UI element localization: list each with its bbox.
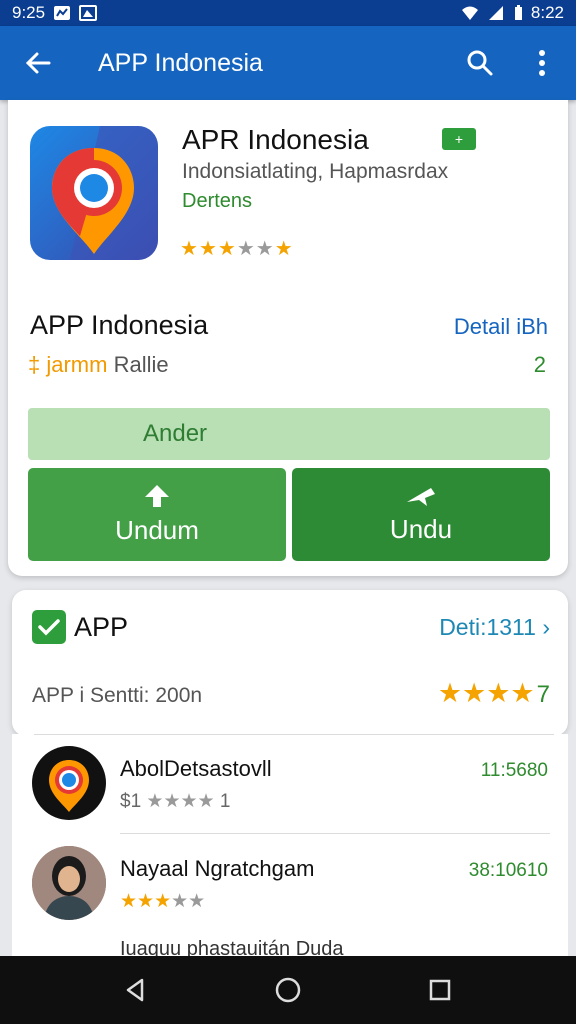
- triangle-back-icon: [126, 978, 144, 1002]
- status-time-left: 9:25: [12, 3, 46, 22]
- star-empty-icon: ★: [236, 238, 256, 260]
- more-options-button[interactable]: [522, 43, 562, 83]
- review-list: AbolDetsastovll $1 ★★★★ 1 11:5680 Nayaal…: [12, 734, 568, 956]
- list-item-partial: Iuaquu phastauitán Duda: [120, 938, 344, 956]
- list-item-time: 38:10610: [468, 860, 548, 881]
- person-photo-icon: [32, 846, 106, 920]
- app-summary-card: APP Deti:1311 › APP i Sentti: 200n ★★★★7: [12, 590, 568, 736]
- verified-badge: +: [442, 128, 476, 150]
- search-button[interactable]: [460, 43, 500, 83]
- developer-accent: ‡ jarmm: [28, 352, 108, 377]
- detail-link[interactable]: Detail iBh: [454, 314, 548, 340]
- wifi-icon: [461, 6, 478, 20]
- developer-row[interactable]: ‡ jarmm Rallie: [28, 352, 169, 378]
- developer-name: Rallie: [107, 352, 169, 377]
- map-pin-icon: [49, 760, 89, 812]
- nav-back-button[interactable]: [112, 966, 160, 1014]
- star-empty-icon: ★★: [171, 891, 206, 912]
- app-name: APR Indonesia: [182, 124, 369, 155]
- app-detail-card: APR Indonesia + Indonsiatlating, Hapmasr…: [8, 100, 568, 576]
- list-item-suffix: 1: [219, 791, 231, 812]
- app-icon[interactable]: [30, 126, 158, 260]
- search-icon: [467, 50, 493, 76]
- more-vert-icon: [539, 50, 545, 76]
- list-item-time: 11:5680: [480, 760, 548, 781]
- star-icon: ★: [274, 238, 294, 260]
- rating-stars: ★★★★★★: [180, 236, 294, 261]
- navigation-bar: [0, 956, 576, 1024]
- list-item-rating: ★★★★★: [120, 890, 205, 913]
- developer-count: 2: [533, 352, 546, 377]
- summary-meta: APP i Sentti: 200n: [32, 684, 203, 707]
- gallery-icon: [79, 5, 98, 21]
- summary-rating: ★★★★7: [438, 678, 550, 709]
- check-icon[interactable]: [32, 610, 66, 644]
- upload-icon: [145, 485, 169, 507]
- summary-rating-number: 7: [536, 681, 550, 708]
- avatar: [32, 746, 106, 820]
- star-icon: ★★★: [120, 891, 172, 912]
- list-item[interactable]: Nayaal Ngratchgam ★★★★★ 38:10610: [12, 834, 568, 934]
- app-developer[interactable]: Dertens: [182, 190, 252, 213]
- summary-title: APP: [74, 612, 129, 642]
- nav-recents-button[interactable]: [416, 966, 464, 1014]
- download-button-label: Undum: [115, 515, 199, 545]
- app-bar-title: APP Indonesia: [98, 48, 263, 77]
- map-pin-icon: [52, 126, 158, 260]
- star-icon: ★: [217, 238, 237, 260]
- status-bar: 9:25 8:22: [0, 0, 576, 26]
- avatar: [32, 846, 106, 920]
- star-icon: ★: [198, 238, 218, 260]
- star-icon: ★★★★: [437, 678, 535, 708]
- nav-home-button[interactable]: [264, 966, 312, 1014]
- list-item[interactable]: AbolDetsastovll $1 ★★★★ 1 11:5680: [12, 734, 568, 834]
- star-empty-icon: ★★★★: [146, 791, 215, 812]
- list-item-name: AbolDetsastovll: [120, 756, 272, 781]
- install-bar[interactable]: Ander: [28, 408, 550, 460]
- list-item-prefix: $1: [120, 791, 142, 812]
- share-button-label: Undu: [389, 514, 453, 544]
- circle-home-icon: [275, 977, 301, 1003]
- back-button[interactable]: [14, 39, 62, 87]
- signal-icon: [488, 6, 503, 20]
- status-time-right: 8:22: [530, 3, 564, 22]
- app-bar: APP Indonesia: [0, 26, 576, 100]
- list-item-rating: $1 ★★★★ 1: [120, 790, 230, 813]
- arrow-back-icon: [25, 52, 51, 74]
- share-button[interactable]: Undu: [292, 468, 550, 561]
- message-icon: [54, 6, 71, 20]
- section-title: APP Indonesia: [30, 310, 209, 340]
- list-item-name: Nayaal Ngratchgam: [120, 856, 315, 881]
- star-icon: ★: [180, 238, 199, 260]
- summary-detail-link[interactable]: Deti:1311 ›: [439, 614, 550, 641]
- square-recents-icon: [429, 979, 451, 1001]
- download-button[interactable]: Undum: [28, 468, 286, 561]
- send-icon: [407, 488, 435, 506]
- star-empty-icon: ★: [255, 238, 275, 260]
- app-subtitle: Indonsiatlating, Hapmasrdax: [182, 160, 449, 183]
- battery-icon: [514, 5, 522, 20]
